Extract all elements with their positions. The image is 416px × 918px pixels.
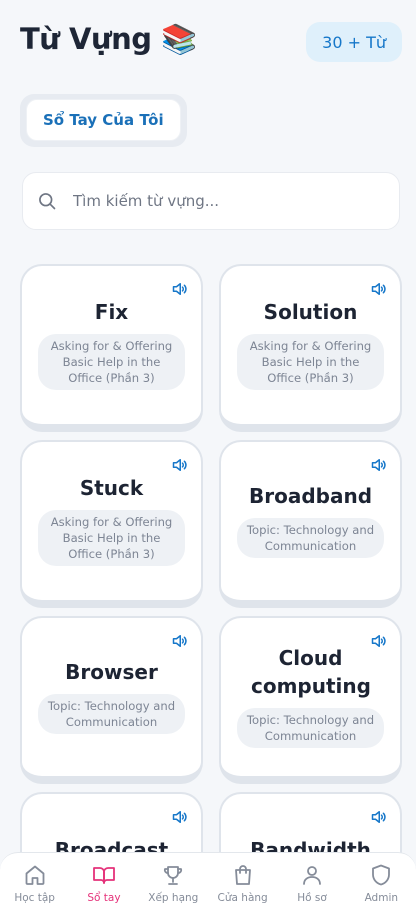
nav-item-ho-so[interactable]: Hồ sơ (280, 863, 344, 904)
bottom-nav: Học tập Sổ tay Xếp hạng Cửa hàng Hồ sơ A… (0, 852, 416, 918)
shield-icon (372, 864, 391, 886)
shopping-bag-icon (234, 865, 251, 885)
home-icon (25, 865, 45, 885)
speaker-icon[interactable] (369, 808, 388, 826)
nav-label: Hồ sơ (297, 892, 327, 904)
vocab-card[interactable]: Fix Asking for & Offering Basic Help in … (20, 264, 203, 432)
nav-item-hoc-tap[interactable]: Học tập (3, 863, 67, 904)
page-title: Từ Vựng 📚 (20, 22, 197, 57)
nav-label: Xếp hạng (148, 892, 199, 904)
vocab-topic: Topic: Technology and Communication (38, 694, 185, 734)
vocab-card[interactable]: Stuck Asking for & Offering Basic Help i… (20, 440, 203, 608)
nav-item-xep-hang[interactable]: Xếp hạng (141, 863, 205, 904)
notebook-button-wrapper: Sổ Tay Của Tôi (20, 94, 187, 147)
books-emoji-icon: 📚 (161, 22, 197, 56)
page-title-text: Từ Vựng (20, 22, 152, 56)
nav-item-cua-hang[interactable]: Cửa hàng (211, 863, 275, 904)
speaker-icon[interactable] (369, 456, 388, 474)
header: Từ Vựng 📚 30 + Từ (0, 0, 416, 84)
word-count-badge[interactable]: 30 + Từ (306, 22, 402, 62)
my-notebook-button[interactable]: Sổ Tay Của Tôi (26, 99, 181, 141)
vocab-topic: Topic: Technology and Communication (237, 708, 384, 748)
speaker-icon[interactable] (369, 632, 388, 650)
nav-label: Admin (364, 892, 399, 904)
vocab-topic: Asking for & Offering Basic Help in the … (38, 334, 185, 390)
speaker-icon[interactable] (170, 456, 189, 474)
vocab-word: Solution (263, 300, 358, 324)
nav-label: Sổ tay (87, 892, 121, 904)
vocab-card[interactable]: Broadband Topic: Technology and Communic… (219, 440, 402, 608)
search-bar[interactable] (22, 172, 400, 230)
vocab-word: Cloud computing (251, 646, 371, 698)
vocab-topic: Asking for & Offering Basic Help in the … (237, 334, 384, 390)
vocab-topic: Topic: Technology and Communication (237, 518, 384, 558)
speaker-icon[interactable] (170, 808, 189, 826)
vocab-word: Stuck (79, 476, 144, 500)
nav-item-admin[interactable]: Admin (349, 863, 413, 904)
speaker-icon[interactable] (170, 280, 189, 298)
trophy-icon (164, 866, 183, 885)
vocab-card[interactable]: Solution Asking for & Offering Basic Hel… (219, 264, 402, 432)
search-icon (39, 193, 56, 210)
vocab-word: Broadband (248, 484, 373, 508)
speaker-icon[interactable] (369, 280, 388, 298)
vocab-word: Browser (65, 660, 158, 684)
vocab-word: Fix (94, 300, 129, 324)
vocab-topic: Asking for & Offering Basic Help in the … (38, 510, 185, 566)
nav-item-so-tay[interactable]: Sổ tay (72, 863, 136, 904)
speaker-icon[interactable] (170, 632, 189, 650)
book-icon (93, 867, 115, 884)
vocab-card[interactable]: Browser Topic: Technology and Communicat… (20, 616, 203, 784)
search-input[interactable] (73, 192, 363, 210)
user-icon (303, 866, 321, 885)
nav-label: Cửa hàng (217, 892, 268, 904)
nav-label: Học tập (14, 892, 55, 904)
vocab-card[interactable]: Cloud computing Topic: Technology and Co… (219, 616, 402, 784)
